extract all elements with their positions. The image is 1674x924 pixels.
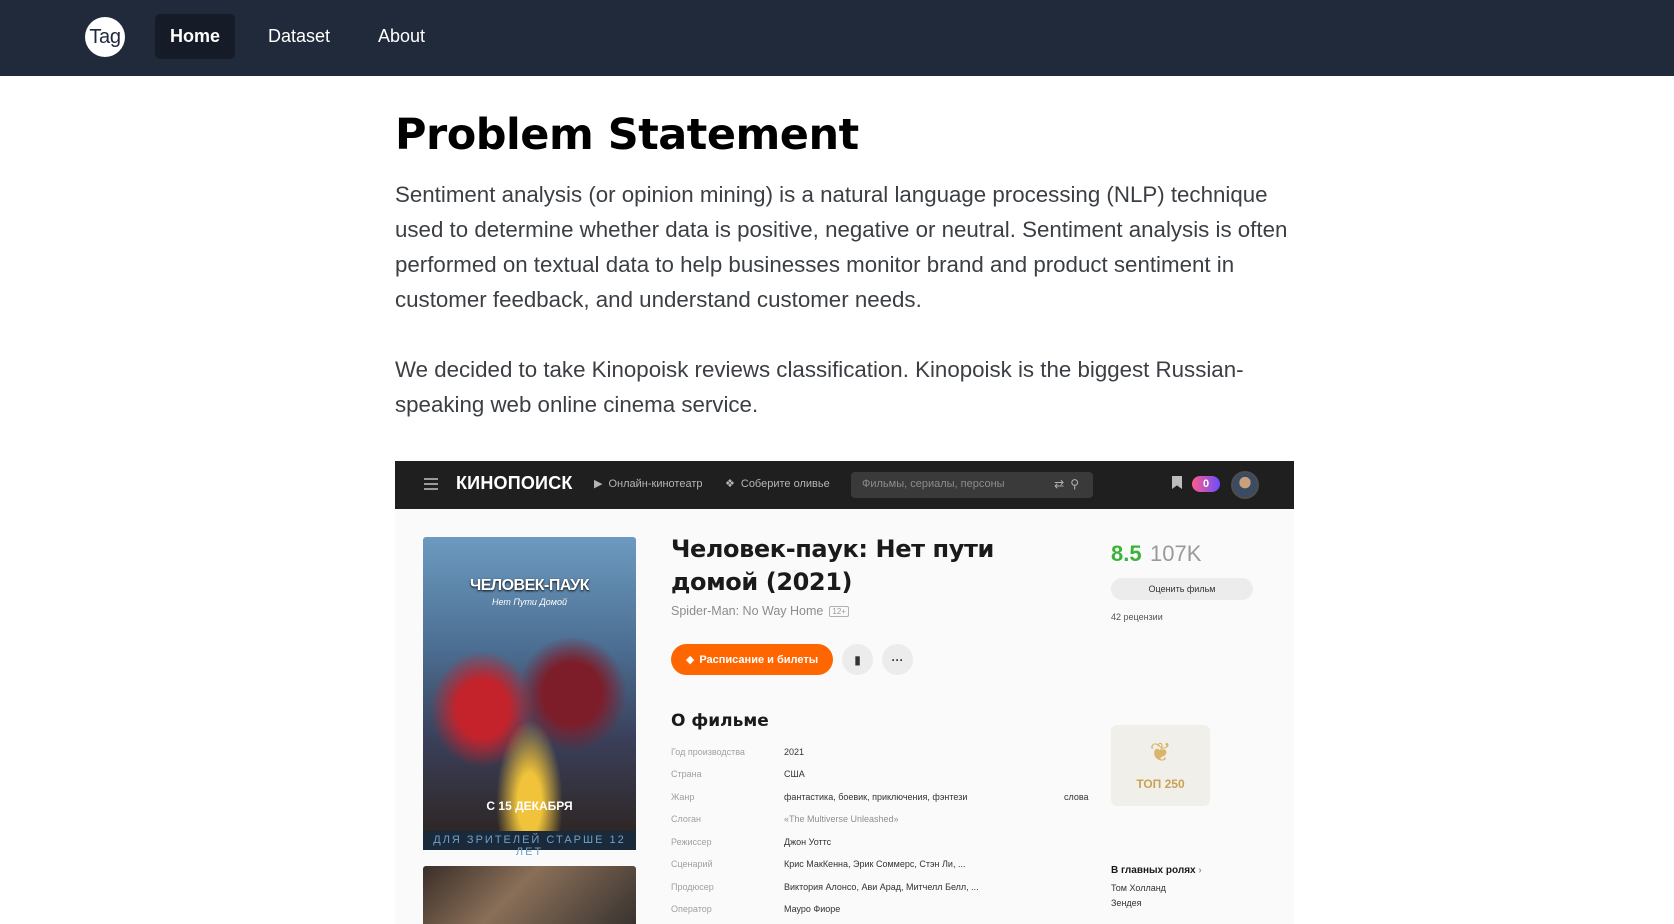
poster-age-strip: ДЛЯ ЗРИТЕЛЕЙ СТАРШЕ 12 ЛЕТ bbox=[423, 831, 636, 858]
kinopoisk-screenshot: КИНОПОИСК ▶ Онлайн-кинотеатр ❖ Соберите … bbox=[395, 461, 1294, 924]
kp-header: КИНОПОИСК ▶ Онлайн-кинотеатр ❖ Соберите … bbox=[395, 461, 1294, 509]
about-value: фантастика, боевик, приключения, фэнтези bbox=[784, 792, 968, 802]
chevron-right-icon: › bbox=[1198, 865, 1202, 876]
gift-icon: ❖ bbox=[725, 478, 735, 490]
about-key: Сценарий bbox=[671, 859, 713, 869]
cast-heading: В главных ролях › bbox=[1111, 865, 1202, 876]
about-value: Крис МакКенна, Эрик Соммерс, Стэн Ли, ..… bbox=[784, 859, 966, 869]
about-value: 2021 bbox=[784, 747, 805, 757]
kp-menu-online: ▶ Онлайн-кинотеатр bbox=[594, 477, 703, 491]
kinopoisk-paragraph: We decided to take Kinopoisk reviews cla… bbox=[395, 357, 1244, 417]
nav-link-about[interactable]: About bbox=[363, 14, 440, 59]
tickets-label: Расписание и билеты bbox=[699, 653, 819, 666]
ticket-icon: ◆ bbox=[685, 654, 695, 666]
about-key: Слоган bbox=[671, 814, 701, 824]
about-row: Режиссер Джон Уоттс bbox=[671, 837, 1091, 851]
kp-logo: КИНОПОИСК bbox=[456, 473, 573, 493]
poster-date: С 15 ДЕКАБРЯ bbox=[486, 799, 573, 813]
about-key: Оператор bbox=[671, 904, 712, 914]
page-title: Problem Statement bbox=[395, 110, 859, 160]
intro-paragraph: Sentiment analysis (or opinion mining) i… bbox=[395, 182, 1288, 312]
kp-menu-online-label: Онлайн-кинотеатр bbox=[608, 477, 703, 490]
laurel-icon: ❦ bbox=[1149, 737, 1172, 767]
age-badge: 12+ bbox=[829, 605, 849, 617]
nav-link-home[interactable]: Home bbox=[155, 14, 236, 59]
movie-original-title: Spider-Man: No Way Home 12+ bbox=[671, 604, 849, 618]
rate-movie-button: Оценить фильм bbox=[1111, 578, 1253, 600]
about-row: Сценарий Крис МакКенна, Эрик Соммерс, Ст… bbox=[671, 859, 1091, 873]
about-extra: слова bbox=[1064, 792, 1089, 802]
rating-score: 8.5 bbox=[1111, 541, 1142, 566]
about-key: Страна bbox=[671, 769, 702, 779]
cast-item: Зендея bbox=[1111, 898, 1142, 908]
more-options-button: ··· bbox=[882, 644, 913, 675]
avatar bbox=[1231, 471, 1259, 499]
about-row: Страна США bbox=[671, 769, 1091, 783]
main-content: Problem Statement Sentiment analysis (or… bbox=[395, 105, 1295, 422]
movie-poster: ЧЕЛОВЕК-ПАУК Нет Пути Домой С 15 ДЕКАБРЯ… bbox=[423, 537, 636, 858]
top250-label: ТОП 250 bbox=[1136, 777, 1185, 791]
brand-logo[interactable]: Tag bbox=[85, 17, 125, 57]
original-title-text: Spider-Man: No Way Home bbox=[671, 604, 824, 618]
cast-item: Том Холланд bbox=[1111, 883, 1166, 893]
rating-votes: 107K bbox=[1150, 541, 1202, 566]
about-row: Год производства 2021 bbox=[671, 747, 1091, 761]
kp-menu-gift: ❖ Соберите оливье bbox=[725, 477, 830, 491]
top-navbar: Tag Home Dataset About bbox=[0, 0, 1674, 76]
about-value: Джон Уоттс bbox=[784, 837, 832, 847]
search-icon: ⚲ bbox=[1070, 477, 1085, 491]
about-row: Продюсер Виктория Алонсо, Ави Арад, Митч… bbox=[671, 882, 1091, 896]
about-key: Режиссер bbox=[671, 837, 712, 847]
nav-link-dataset[interactable]: Dataset bbox=[253, 14, 345, 59]
filter-icon: ⇄ bbox=[1054, 477, 1071, 491]
about-row: Оператор Мауро Фиоре bbox=[671, 904, 1091, 918]
movie-still bbox=[423, 866, 636, 924]
play-icon: ▶ bbox=[594, 478, 603, 490]
about-heading: О фильме bbox=[671, 711, 769, 731]
movie-title: Человек-паук: Нет пути домой (2021) bbox=[671, 535, 994, 596]
tickets-button: ◆ Расписание и билеты bbox=[671, 644, 833, 675]
kp-search-placeholder: Фильмы, сериалы, персоны bbox=[862, 478, 1005, 490]
about-value: «The Multiverse Unleashed» bbox=[784, 814, 899, 824]
about-key: Жанр bbox=[671, 792, 695, 802]
about-value: США bbox=[784, 769, 805, 779]
about-value: Виктория Алонсо, Ави Арад, Митчелл Белл,… bbox=[784, 882, 979, 892]
about-key: Продюсер bbox=[671, 882, 714, 892]
reviews-count: 42 рецензии bbox=[1111, 612, 1163, 622]
menu-icon bbox=[424, 478, 438, 490]
kp-menu-gift-label: Соберите оливье bbox=[740, 477, 830, 490]
about-row: Жанр фантастика, боевик, приключения, фэ… bbox=[671, 792, 1091, 806]
cast-heading-text: В главных ролях bbox=[1111, 865, 1196, 876]
about-value: Мауро Фиоре bbox=[784, 904, 841, 914]
about-key: Год производства bbox=[671, 747, 745, 757]
save-movie-button: ▮ bbox=[842, 644, 873, 675]
plus-icon: 0 bbox=[1192, 476, 1220, 492]
kp-search-field: Фильмы, сериалы, персоны ⇄⚲ bbox=[851, 472, 1093, 498]
bookmark-icon: ▮ bbox=[854, 652, 861, 667]
bookmark-icon bbox=[1172, 476, 1182, 489]
kp-plus-count: 0 bbox=[1202, 478, 1210, 490]
top250-badge: ❦ ТОП 250 bbox=[1111, 725, 1210, 806]
about-row: Слоган «The Multiverse Unleashed» bbox=[671, 814, 1091, 828]
poster-subtitle: Нет Пути Домой bbox=[492, 597, 567, 607]
poster-title: ЧЕЛОВЕК-ПАУК bbox=[469, 577, 590, 594]
